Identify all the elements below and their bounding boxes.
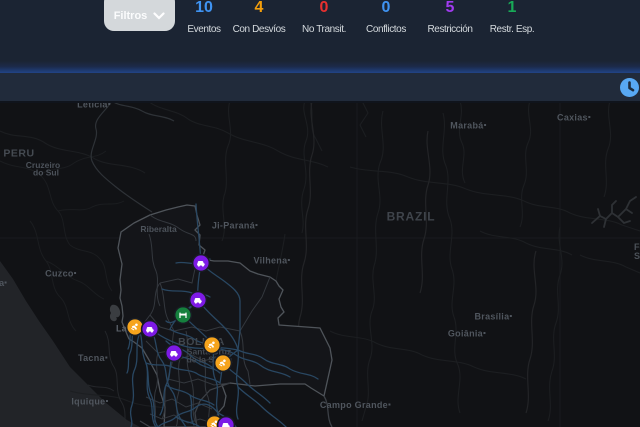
- svg-text:Cuzco▪: Cuzco▪: [45, 269, 77, 279]
- svg-text:PERU: PERU: [3, 148, 34, 160]
- svg-text:Campo Grande▪: Campo Grande▪: [320, 400, 391, 410]
- svg-text:a▪: a▪: [0, 278, 7, 288]
- svg-text:Brasília▪: Brasília▪: [474, 312, 512, 322]
- svg-text:Sa: Sa: [634, 251, 640, 261]
- svg-text:Marabá▪: Marabá▪: [450, 121, 486, 131]
- svg-text:Goiânia▪: Goiânia▪: [448, 329, 486, 339]
- svg-text:Ji-Paraná▪: Ji-Paraná▪: [212, 221, 258, 231]
- svg-text:Caxias▪: Caxias▪: [557, 113, 591, 123]
- svg-text:Riberalta: Riberalta: [140, 224, 177, 234]
- svg-text:Iquique▪: Iquique▪: [71, 397, 108, 407]
- svg-text:Tacna▪: Tacna▪: [78, 353, 108, 363]
- svg-text:do Sul: do Sul: [33, 168, 59, 178]
- svg-text:BRAZIL: BRAZIL: [387, 210, 436, 224]
- svg-text:Vilhena▪: Vilhena▪: [253, 256, 290, 266]
